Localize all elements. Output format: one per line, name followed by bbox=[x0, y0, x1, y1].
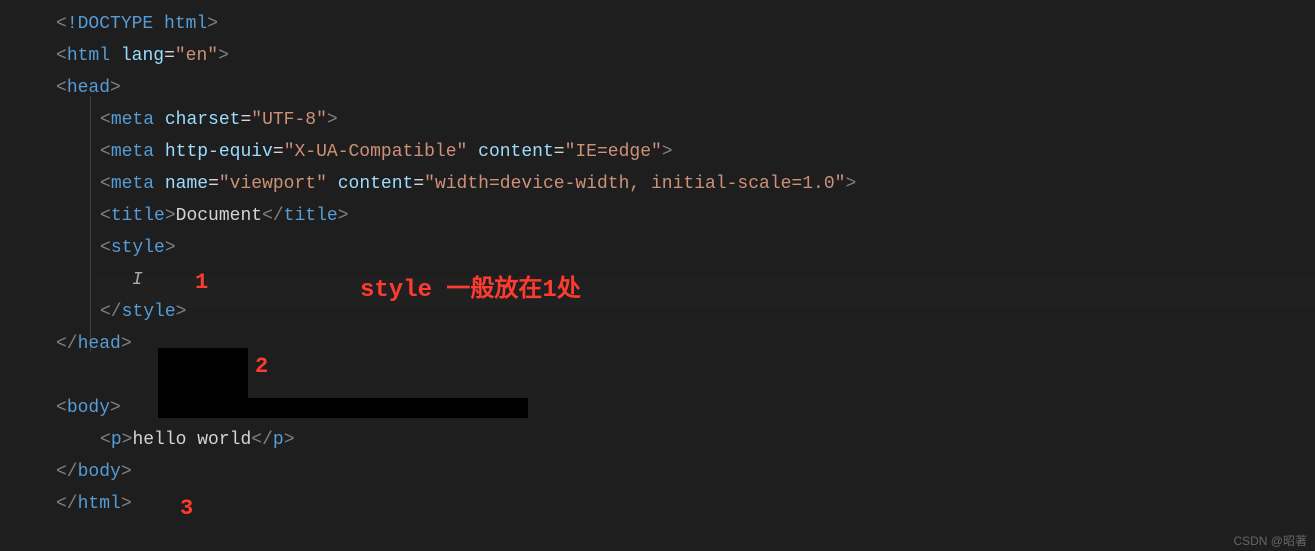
line-number bbox=[0, 360, 40, 392]
line-number bbox=[0, 328, 40, 360]
line-number bbox=[0, 200, 40, 232]
code-area[interactable]: <!DOCTYPE html> <html lang="en"> <head> … bbox=[40, 0, 1315, 551]
text-cursor: I bbox=[132, 270, 143, 290]
code-editor[interactable]: <!DOCTYPE html> <html lang="en"> <head> … bbox=[0, 0, 1315, 551]
line-number bbox=[0, 264, 40, 296]
code-line[interactable]: <!DOCTYPE html> bbox=[40, 8, 1315, 40]
line-number bbox=[0, 392, 40, 424]
code-line[interactable]: I bbox=[40, 264, 1315, 296]
line-number bbox=[0, 296, 40, 328]
code-line[interactable]: <meta name="viewport" content="width=dev… bbox=[40, 168, 1315, 200]
line-number bbox=[0, 8, 40, 40]
line-number bbox=[0, 40, 40, 72]
redaction-box bbox=[158, 398, 528, 418]
line-number bbox=[0, 168, 40, 200]
annotation-number-1: 1 bbox=[195, 270, 208, 295]
line-number bbox=[0, 72, 40, 104]
code-line[interactable]: </html> bbox=[40, 488, 1315, 520]
code-line[interactable]: <html lang="en"> bbox=[40, 40, 1315, 72]
code-line[interactable]: <p>hello world</p> bbox=[40, 424, 1315, 456]
code-line[interactable]: <style> bbox=[40, 232, 1315, 264]
code-line[interactable]: </body> bbox=[40, 456, 1315, 488]
annotation-text: style 一般放在1处 bbox=[360, 268, 581, 304]
line-number bbox=[0, 488, 40, 520]
line-number bbox=[0, 424, 40, 456]
code-line[interactable]: <meta charset="UTF-8"> bbox=[40, 104, 1315, 136]
annotation-number-2: 2 bbox=[255, 354, 268, 379]
annotation-number-3: 3 bbox=[180, 496, 193, 521]
line-number bbox=[0, 456, 40, 488]
code-line[interactable]: <meta http-equiv="X-UA-Compatible" conte… bbox=[40, 136, 1315, 168]
code-line[interactable]: </style> bbox=[40, 296, 1315, 328]
code-line[interactable]: <title>Document</title> bbox=[40, 200, 1315, 232]
watermark: CSDN @昭著 bbox=[1233, 532, 1307, 549]
line-number bbox=[0, 232, 40, 264]
line-number bbox=[0, 104, 40, 136]
line-number bbox=[0, 136, 40, 168]
line-number-gutter bbox=[0, 0, 40, 551]
code-line[interactable]: <head> bbox=[40, 72, 1315, 104]
